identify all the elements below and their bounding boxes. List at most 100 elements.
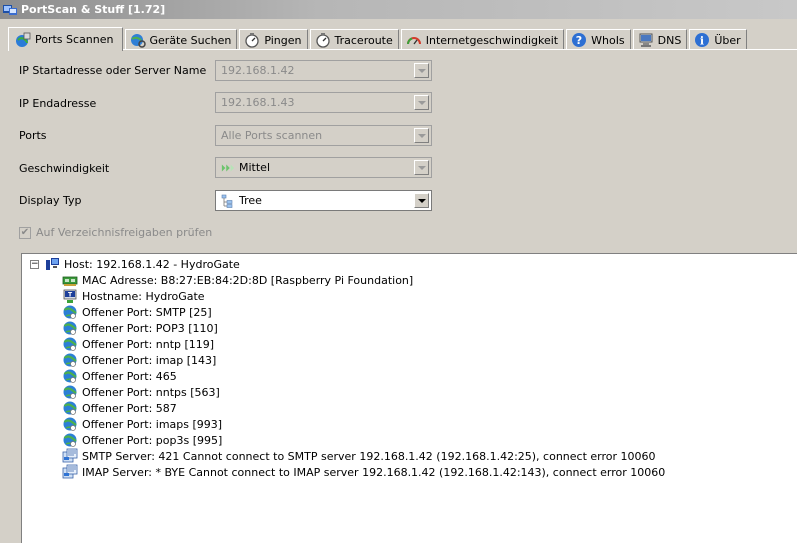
share-checkbox[interactable]: ✔ xyxy=(19,226,31,239)
tab-label: Internetgeschwindigkeit xyxy=(425,33,559,47)
share-checkbox-label: Auf Verzeichnisfreigaben prüfen xyxy=(36,226,213,239)
stopwatch-icon xyxy=(315,32,331,48)
tree-item-label: Offener Port: pop3s [995] xyxy=(82,433,223,447)
network-card-icon xyxy=(62,272,78,288)
stopwatch-icon xyxy=(244,32,260,48)
help-icon: ? xyxy=(571,32,587,48)
info-icon: i xyxy=(694,32,710,48)
tab-label: Geräte Suchen xyxy=(149,33,232,47)
tab-ports-scannen[interactable]: Ports Scannen xyxy=(8,27,123,51)
tree-item-label: Offener Port: SMTP [25] xyxy=(82,305,212,319)
tab-label: WhoIs xyxy=(591,33,625,47)
globe-icon xyxy=(62,368,78,384)
globe-icon xyxy=(62,384,78,400)
tab-label: Über xyxy=(714,33,741,47)
server-icon xyxy=(62,464,78,480)
globe-icon xyxy=(62,432,78,448)
tree-item-label: IMAP Server: * BYE Cannot connect to IMA… xyxy=(82,465,666,479)
chevron-down-icon[interactable] xyxy=(414,193,429,208)
end-address-label: IP Endadresse xyxy=(19,97,97,110)
dns-icon xyxy=(638,32,654,48)
tab-label: Ports Scannen xyxy=(35,33,114,46)
tree-item[interactable]: Offener Port: SMTP [25] xyxy=(62,304,212,320)
tab-label: DNS xyxy=(657,33,682,47)
globe-icon xyxy=(62,400,78,416)
chevron-down-icon[interactable] xyxy=(414,63,429,78)
tree-item-label: MAC Adresse: B8:27:EB:84:2D:8D [Raspberr… xyxy=(82,273,414,287)
tree-item[interactable]: Offener Port: imaps [993] xyxy=(62,416,222,432)
tree-item-label: Offener Port: POP3 [110] xyxy=(82,321,218,335)
globe-icon xyxy=(62,304,78,320)
svg-text:?: ? xyxy=(576,34,582,47)
hostname-icon: T xyxy=(62,288,78,304)
tree-item[interactable]: IMAP Server: * BYE Cannot connect to IMA… xyxy=(62,464,665,480)
tree-item-label: Offener Port: imap [143] xyxy=(82,353,217,367)
speed-value: Mittel xyxy=(239,161,270,174)
svg-text:i: i xyxy=(700,35,704,48)
speed-label: Geschwindigkeit xyxy=(19,162,110,175)
tree-item[interactable]: Offener Port: imap [143] xyxy=(62,352,216,368)
globe-icon xyxy=(62,320,78,336)
ports-combo[interactable]: Alle Ports scannen xyxy=(215,125,432,146)
speedometer-icon xyxy=(406,32,422,48)
speed-combo[interactable]: Mittel xyxy=(215,157,432,178)
host-label: Host: 192.168.1.42 - HydroGate xyxy=(64,257,240,271)
tree-item-label: Offener Port: 587 xyxy=(82,401,177,415)
tab-pingen[interactable]: Pingen xyxy=(239,29,308,50)
globe-icon xyxy=(62,336,78,352)
end-address-value: 192.168.1.43 xyxy=(221,96,295,109)
start-address-combo[interactable]: 192.168.1.42 xyxy=(215,60,432,81)
tab-geraete-suchen[interactable]: Geräte Suchen xyxy=(124,29,238,50)
collapse-toggle[interactable]: − xyxy=(30,260,39,269)
chevron-down-icon[interactable] xyxy=(414,95,429,110)
tree-item[interactable]: Offener Port: 465 xyxy=(62,368,177,384)
start-address-value: 192.168.1.42 xyxy=(221,64,295,77)
chevron-down-icon[interactable] xyxy=(414,160,429,175)
tab-ueber[interactable]: i Über xyxy=(689,29,747,50)
tree-host-node[interactable]: Host: 192.168.1.42 - HydroGate xyxy=(44,256,240,272)
tree-item[interactable]: T Hostname: HydroGate xyxy=(62,288,205,304)
tree-view-icon xyxy=(221,194,235,208)
share-check-row[interactable]: ✔ Auf Verzeichnisfreigaben prüfen xyxy=(19,226,212,239)
globe-search-icon xyxy=(130,32,146,48)
results-tree[interactable]: − Host: 192.168.1.42 - HydroGate MAC Adr… xyxy=(21,253,797,543)
speed-arrows-icon xyxy=(221,161,235,175)
display-type-value: Tree xyxy=(239,194,262,207)
tab-whois[interactable]: ? WhoIs xyxy=(566,29,631,50)
tree-item-label: Offener Port: imaps [993] xyxy=(82,417,223,431)
end-address-combo[interactable]: 192.168.1.43 xyxy=(215,92,432,113)
tree-item[interactable]: MAC Adresse: B8:27:EB:84:2D:8D [Raspberr… xyxy=(62,272,413,288)
tree-item-label: Offener Port: nntps [563] xyxy=(82,385,220,399)
tree-item[interactable]: Offener Port: nntps [563] xyxy=(62,384,220,400)
tab-strip: Ports Scannen Geräte Suchen Pingen Trace… xyxy=(8,27,749,51)
tree-item-label: Offener Port: nntp [119] xyxy=(82,337,215,351)
ports-scan-icon xyxy=(15,32,31,48)
tree-item[interactable]: SMTP Server: 421 Cannot connect to SMTP … xyxy=(62,448,656,464)
tree-item[interactable]: Offener Port: pop3s [995] xyxy=(62,432,222,448)
tree-item[interactable]: Offener Port: POP3 [110] xyxy=(62,320,218,336)
chevron-down-icon[interactable] xyxy=(414,128,429,143)
tree-item-label: Hostname: HydroGate xyxy=(82,289,205,303)
globe-icon xyxy=(62,416,78,432)
tree-item-label: SMTP Server: 421 Cannot connect to SMTP … xyxy=(82,449,656,463)
globe-icon xyxy=(62,352,78,368)
window-title: PortScan & Stuff [1.72] xyxy=(21,3,166,16)
ports-value: Alle Ports scannen xyxy=(221,129,323,142)
window-titlebar[interactable]: PortScan & Stuff [1.72] xyxy=(0,0,797,19)
start-address-label: IP Startadresse oder Server Name xyxy=(19,64,207,77)
tab-traceroute[interactable]: Traceroute xyxy=(309,29,399,50)
host-computer-icon xyxy=(44,256,60,272)
tab-dns[interactable]: DNS xyxy=(632,29,688,50)
display-type-combo[interactable]: Tree xyxy=(215,190,432,211)
ports-label: Ports xyxy=(19,129,47,142)
display-type-label: Display Typ xyxy=(19,194,82,207)
tree-item[interactable]: Offener Port: nntp [119] xyxy=(62,336,214,352)
tab-label: Pingen xyxy=(264,33,302,47)
tab-label: Traceroute xyxy=(334,33,393,47)
tree-item[interactable]: Offener Port: 587 xyxy=(62,400,177,416)
tree-item-label: Offener Port: 465 xyxy=(82,369,177,383)
app-icon xyxy=(2,3,18,17)
tab-internetgeschwindigkeit[interactable]: Internetgeschwindigkeit xyxy=(400,29,565,50)
server-icon xyxy=(62,448,78,464)
tab-panel-border xyxy=(8,49,797,50)
